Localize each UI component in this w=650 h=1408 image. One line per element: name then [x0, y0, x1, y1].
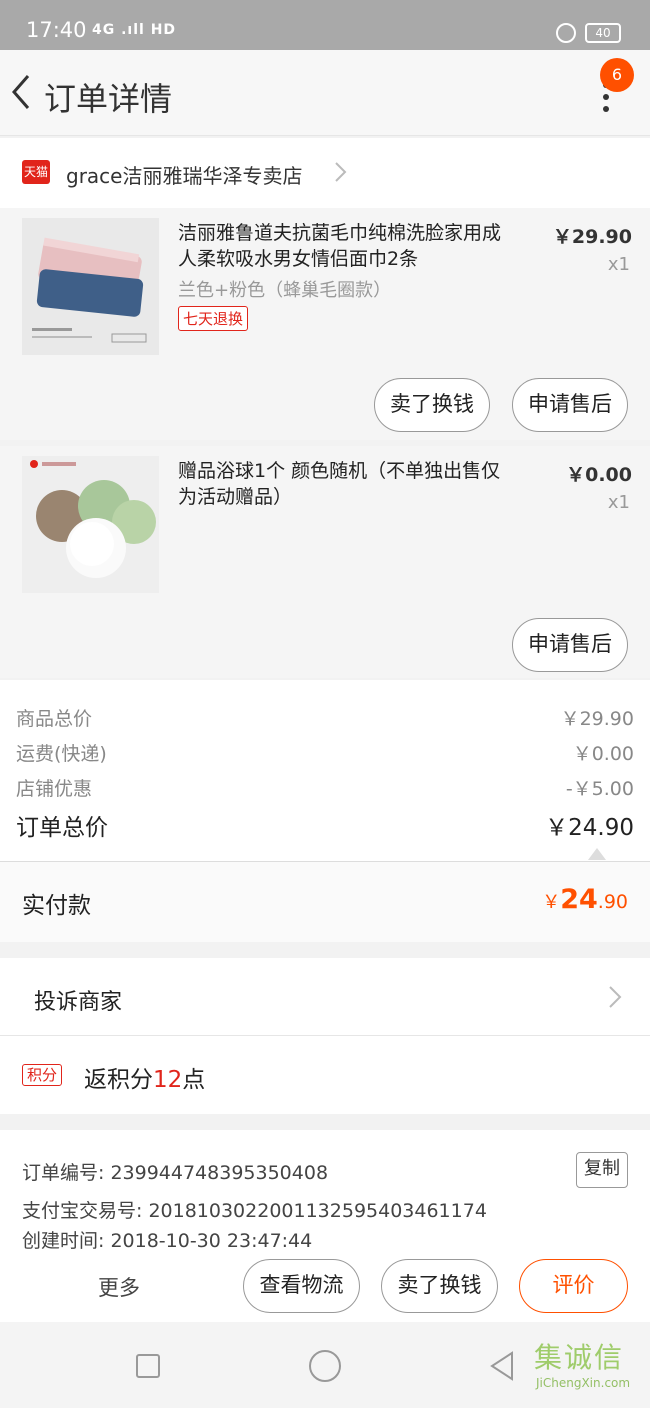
goods-total-row: 商品总价 ￥29.90 — [16, 704, 634, 731]
shop-header[interactable]: 天猫 grace洁丽雅瑞华泽专卖店 — [0, 138, 650, 208]
top-nav: 订单详情 6 — [0, 50, 650, 136]
product-title[interactable]: 洁丽雅鲁道夫抗菌毛巾纯棉洗脸家用成人柔软吸水男女情侣面巾2条 — [178, 220, 508, 272]
tmall-logo-icon: 天猫 — [22, 160, 50, 184]
caret-up-icon — [588, 848, 606, 860]
back-arrow-icon[interactable] — [6, 70, 36, 114]
order-total-value: ￥24.90 — [545, 815, 634, 841]
status-bar: 17:40 4G .ıll HD 40 — [0, 0, 650, 50]
copy-button[interactable]: 复制 — [576, 1152, 628, 1188]
shop-name: grace洁丽雅瑞华泽专卖店 — [66, 164, 303, 188]
chevron-right-icon — [330, 160, 350, 184]
status-time: 17:40 — [26, 18, 87, 42]
order-item: 赠品浴球1个 颜色随机（不单独出售仅为活动赠品） ￥0.00 x1 申请售后 — [0, 446, 650, 678]
back-icon[interactable] — [488, 1350, 516, 1382]
order-total-label: 订单总价 — [16, 815, 108, 841]
shipping-value: ￥0.00 — [572, 743, 634, 765]
created-time: 创建时间: 2018-10-30 23:47:44 — [22, 1230, 313, 1252]
alipay-trade-number: 支付宝交易号: 2018103022001132595403461174 — [22, 1200, 487, 1222]
return-policy-badge: 七天退换 — [178, 306, 249, 331]
order-item: 洁丽雅鲁道夫抗菌毛巾纯棉洗脸家用成人柔软吸水男女情侣面巾2条 兰色+粉色（蜂巢毛… — [0, 208, 650, 440]
product-sku: 兰色+粉色（蜂巢毛圈款） — [178, 280, 392, 301]
order-info: 订单编号: 2399447483953504​08 支付宝交易号: 201810… — [0, 1130, 650, 1252]
product-quantity: x1 — [607, 254, 630, 275]
lock-icon — [556, 23, 576, 43]
more-button[interactable]: 更多 — [98, 1272, 140, 1302]
goods-total-value: ￥29.90 — [560, 708, 634, 730]
discount-value: -￥5.00 — [565, 778, 634, 800]
signal-icon: 4G .ıll HD — [92, 22, 177, 38]
product-price: ￥0.00 — [566, 464, 632, 486]
order-number: 订单编号: 2399447483953504​08 — [22, 1162, 329, 1184]
page-title: 订单详情 — [44, 80, 173, 118]
bottom-action-bar: 更多 查看物流 卖了换钱 评价 — [0, 1250, 650, 1322]
battery-icon: 40 — [585, 23, 621, 43]
points-text: 返积分12点 — [84, 1067, 206, 1093]
shipping-row: 运费(快递) ￥0.00 — [16, 739, 634, 766]
complain-merchant-row[interactable]: 投诉商家 — [0, 958, 650, 1036]
complain-label: 投诉商家 — [34, 990, 123, 1015]
resell-button[interactable]: 卖了换钱 — [381, 1259, 498, 1313]
paid-label: 实付款 — [22, 893, 91, 919]
message-badge: 6 — [600, 58, 634, 92]
after-sales-button[interactable]: 申请售后 — [512, 378, 628, 432]
view-logistics-button[interactable]: 查看物流 — [243, 1259, 360, 1313]
product-quantity: x1 — [607, 492, 630, 513]
system-nav-bar: 集诚信 JiChengXin.com — [0, 1322, 650, 1408]
product-image-bath-ball[interactable] — [22, 456, 159, 593]
resell-button[interactable]: 卖了换钱 — [374, 378, 490, 432]
chevron-right-icon — [604, 984, 624, 1010]
goods-total-label: 商品总价 — [16, 708, 93, 730]
points-badge: 积分 — [22, 1064, 63, 1086]
watermark-logo: 集诚信 JiChengXin.com — [534, 1341, 631, 1390]
price-summary: 商品总价 ￥29.90 运费(快递) ￥0.00 店铺优惠 -￥5.00 订单总… — [0, 680, 650, 862]
actual-payment: 实付款 ￥24.90 — [0, 862, 650, 942]
shipping-label: 运费(快递) — [16, 743, 107, 765]
paid-amount: ￥24.90 — [542, 884, 628, 915]
discount-label: 店铺优惠 — [16, 778, 93, 800]
product-title[interactable]: 赠品浴球1个 颜色随机（不单独出售仅为活动赠品） — [178, 458, 508, 510]
order-total-row: 订单总价 ￥24.90 — [16, 808, 634, 842]
points-row: 积分 返积分12点 — [0, 1036, 650, 1114]
after-sales-button[interactable]: 申请售后 — [512, 618, 628, 672]
product-image-towel[interactable] — [22, 218, 159, 355]
review-button[interactable]: 评价 — [519, 1259, 628, 1313]
recent-apps-icon[interactable] — [136, 1354, 160, 1378]
product-price: ￥29.90 — [552, 226, 632, 248]
discount-row: 店铺优惠 -￥5.00 — [16, 774, 634, 801]
home-icon[interactable] — [309, 1350, 341, 1382]
